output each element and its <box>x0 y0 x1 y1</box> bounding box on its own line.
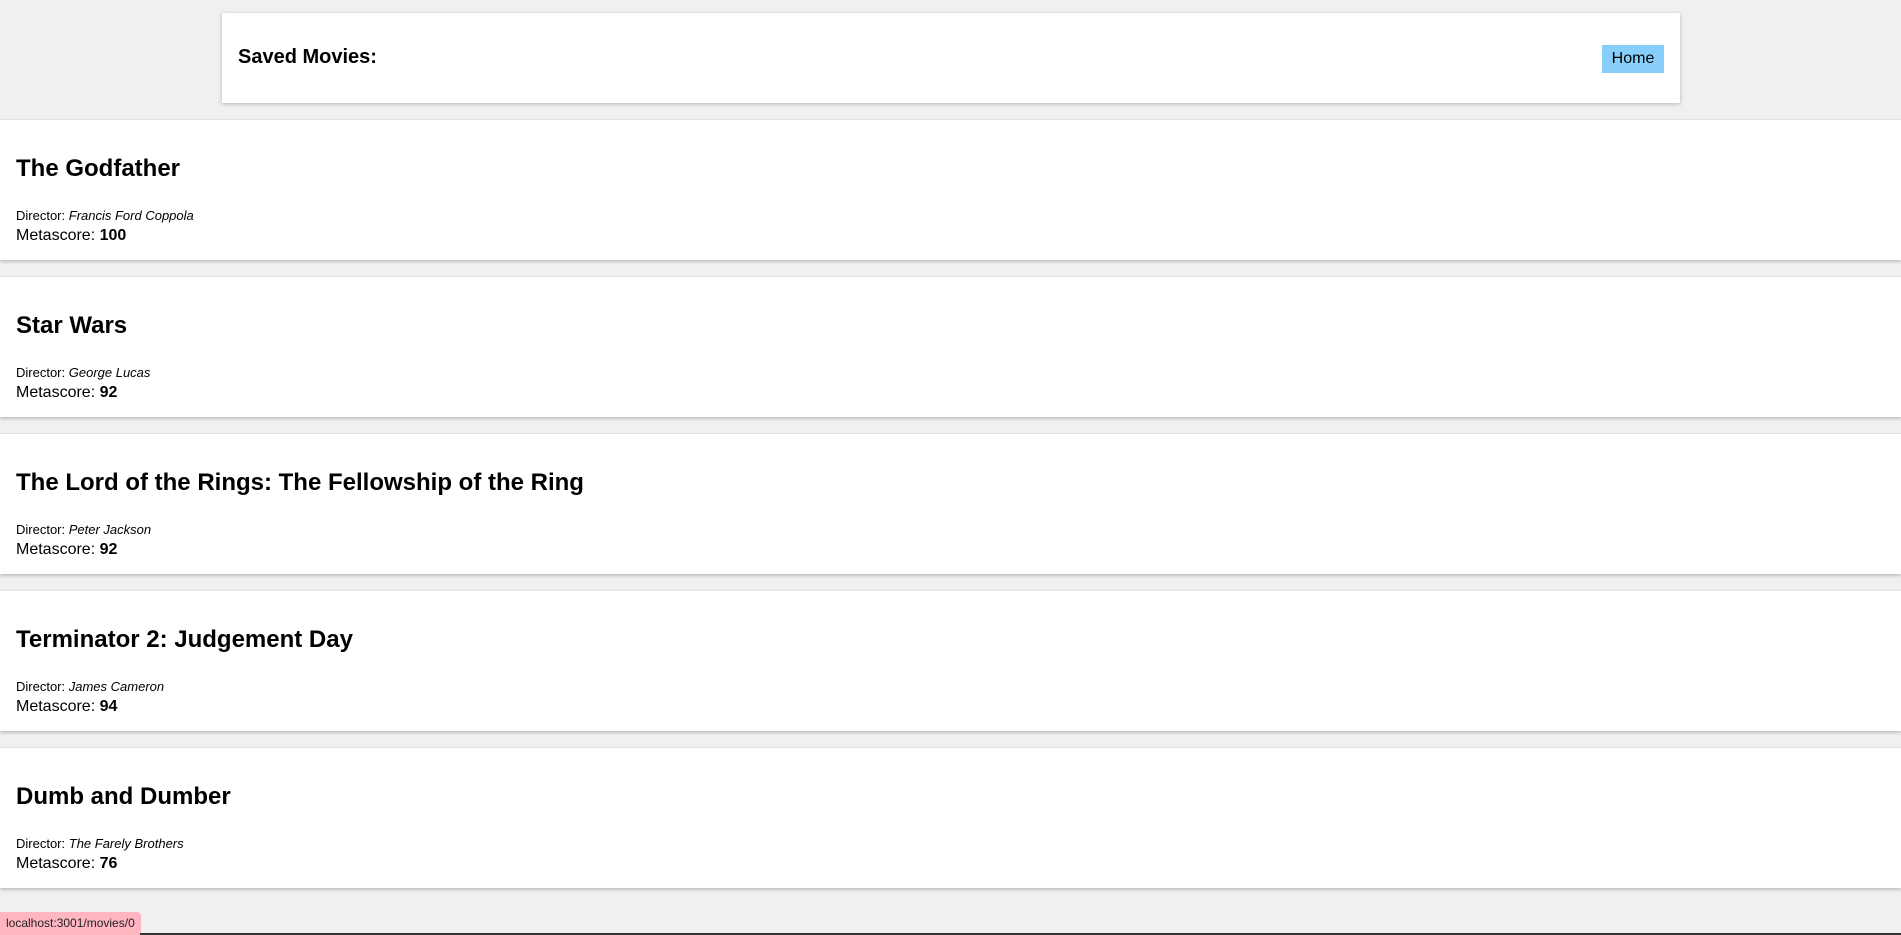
director-name: Peter Jackson <box>68 522 152 537</box>
movie-title: The Lord of the Rings: The Fellowship of… <box>16 469 584 496</box>
movie-metascore: Metascore: 92 <box>16 385 117 401</box>
metascore-label: Metascore: <box>16 541 96 558</box>
director-label: Director: <box>16 365 66 380</box>
movie-metascore: Metascore: 94 <box>16 699 117 715</box>
director-name: George Lucas <box>68 365 151 380</box>
movie-card[interactable]: The Lord of the Rings: The Fellowship of… <box>0 433 1901 574</box>
metascore-value: 76 <box>99 855 118 872</box>
movie-title: Star Wars <box>16 312 128 339</box>
home-button[interactable]: Home <box>1602 45 1664 73</box>
director-label: Director: <box>16 679 66 694</box>
movie-card[interactable]: The Godfather Director: Francis Ford Cop… <box>0 119 1901 260</box>
metascore-value: 94 <box>99 698 118 715</box>
director-name: The Farely Brothers <box>68 836 184 851</box>
movie-metascore: Metascore: 76 <box>16 856 117 872</box>
metascore-label: Metascore: <box>16 855 96 872</box>
movie-director: Director: George Lucas <box>16 366 150 379</box>
director-label: Director: <box>16 836 66 851</box>
movie-list: The Godfather Director: Francis Ford Cop… <box>0 119 1901 904</box>
director-name: Francis Ford Coppola <box>68 208 194 223</box>
movie-card[interactable]: Dumb and Dumber Director: The Farely Bro… <box>0 747 1901 888</box>
movie-card[interactable]: Star Wars Director: George Lucas Metasco… <box>0 276 1901 417</box>
metascore-label: Metascore: <box>16 384 96 401</box>
metascore-label: Metascore: <box>16 227 96 244</box>
movie-title: Terminator 2: Judgement Day <box>16 626 353 653</box>
movie-director: Director: Francis Ford Coppola <box>16 209 194 222</box>
metascore-label: Metascore: <box>16 698 96 715</box>
metascore-value: 100 <box>99 227 127 244</box>
movie-director: Director: The Farely Brothers <box>16 837 184 850</box>
status-bar-url: localhost:3001/movies/0 <box>0 912 141 935</box>
movie-director: Director: James Cameron <box>16 680 164 693</box>
saved-movies-title: Saved Movies: <box>238 46 377 68</box>
movie-title: Dumb and Dumber <box>16 783 231 810</box>
saved-movies-bar: Saved Movies: Home <box>222 13 1680 103</box>
movie-card[interactable]: Terminator 2: Judgement Day Director: Ja… <box>0 590 1901 731</box>
director-label: Director: <box>16 208 66 223</box>
director-name: James Cameron <box>68 679 165 694</box>
director-label: Director: <box>16 522 66 537</box>
movie-title: The Godfather <box>16 155 181 182</box>
metascore-value: 92 <box>99 384 118 401</box>
movie-metascore: Metascore: 92 <box>16 542 117 558</box>
movie-director: Director: Peter Jackson <box>16 523 151 536</box>
movie-metascore: Metascore: 100 <box>16 228 126 244</box>
metascore-value: 92 <box>99 541 118 558</box>
